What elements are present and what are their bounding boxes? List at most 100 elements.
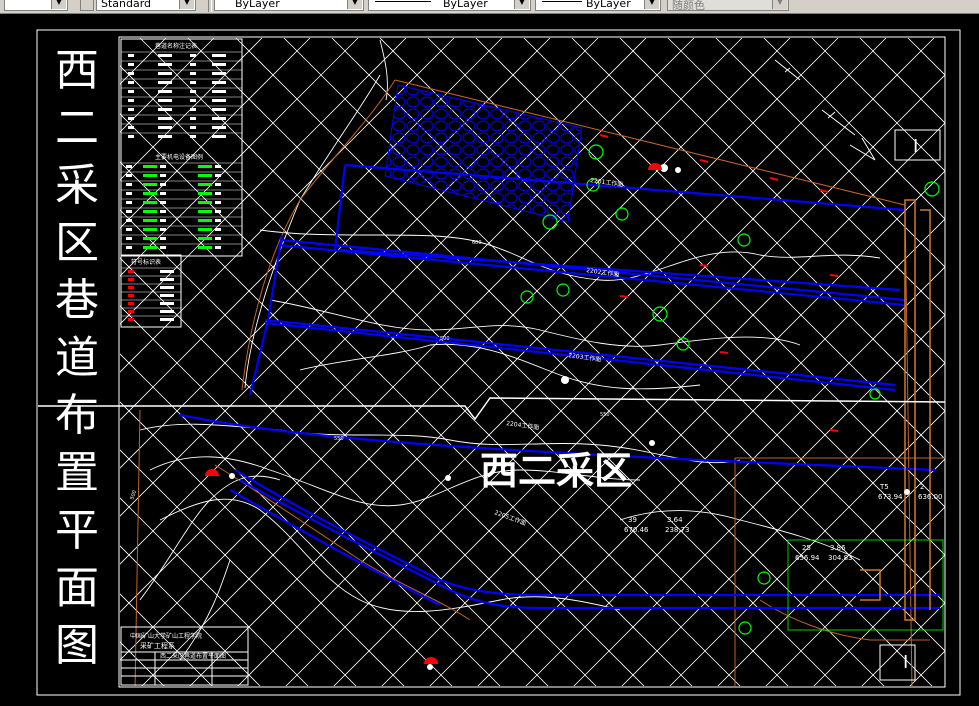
- legend-title: 主要机电设备图例: [155, 153, 203, 161]
- table-cell: [128, 99, 134, 102]
- table-cell: [160, 183, 166, 186]
- vertical-title-char: 西: [55, 45, 99, 96]
- layer-label: ByLayer: [235, 0, 280, 10]
- table-cell: [143, 219, 157, 222]
- table-cell: [198, 201, 212, 204]
- section-mark-top-label: I: [913, 136, 918, 157]
- point-name: 39: [628, 516, 637, 524]
- table-cell: [158, 135, 172, 138]
- plot-style-select[interactable]: 随颜色 ▼: [667, 0, 789, 12]
- cad-drawing: I I 2201工作面 2202工作面 2203工作面 2204工作面 2205…: [36, 29, 979, 696]
- table-cell: [160, 270, 174, 273]
- section-mark-bottom-label: I: [903, 652, 908, 673]
- table-cell: [143, 228, 157, 231]
- title-block-department: 采矿工程系: [140, 641, 175, 650]
- vertical-title-char: 面: [55, 563, 99, 614]
- chevron-down-icon: ▼: [179, 0, 194, 9]
- vertical-title-char: 图: [55, 620, 99, 671]
- table-cell: [128, 270, 134, 273]
- work-face-label: 2205工作面: [493, 508, 527, 527]
- layer-color-select[interactable]: ByLayer ▼: [214, 0, 364, 11]
- drawing-canvas[interactable]: I I 2201工作面 2202工作面 2203工作面 2204工作面 2205…: [0, 14, 979, 702]
- grid-line: [909, 650, 945, 686]
- vertical-title-char: 道: [55, 333, 99, 384]
- table-cell: [212, 135, 226, 138]
- table-cell: [158, 81, 172, 84]
- vertical-title-char: 区: [55, 218, 99, 269]
- table-cell: [128, 135, 134, 138]
- table-cell: [128, 318, 134, 321]
- table-cell: [160, 174, 166, 177]
- chevron-down-icon: ▼: [514, 0, 529, 9]
- table-cell: [160, 201, 166, 204]
- table-cell: [160, 278, 174, 281]
- point-value: 304.83: [828, 554, 853, 562]
- table-cell: [128, 294, 134, 297]
- table-cell: [128, 63, 134, 66]
- linetype-select[interactable]: ByLayer ▼: [368, 0, 531, 11]
- contour-label: 600: [472, 240, 482, 246]
- grid-line: [956, 38, 979, 688]
- table-cell: [160, 246, 166, 249]
- table-cell: [160, 219, 166, 222]
- table-cell: [126, 174, 132, 177]
- text-style-select[interactable]: ▼: [4, 0, 68, 11]
- vertical-title-char: 采: [55, 160, 99, 211]
- point-name: 3.86: [830, 544, 846, 552]
- table-cell: [126, 201, 132, 204]
- table-cell: [215, 174, 221, 177]
- table-cell: [158, 90, 172, 93]
- table-cell: [190, 72, 196, 75]
- table-cell: [160, 286, 174, 289]
- text-style-icon-button[interactable]: [80, 0, 94, 11]
- chevron-down-icon: ▼: [51, 0, 66, 9]
- table-cell: [126, 246, 132, 249]
- table-cell: [128, 54, 134, 57]
- table-cell: [198, 246, 212, 249]
- grid-line: [956, 38, 979, 688]
- properties-toolbar: ▼ Standard ▼ ByLayer ▼ ByLayer ▼ ByLayer ▼ 随…: [0, 0, 979, 14]
- table-cell: [143, 165, 157, 168]
- title-block-school: 中国矿山大学矿山工程学院: [130, 632, 202, 640]
- lineweight-select[interactable]: ByLayer ▼: [535, 0, 661, 11]
- table-cell: [160, 192, 166, 195]
- table-cell: [128, 278, 134, 281]
- table-cell: [215, 192, 221, 195]
- table-cell: [128, 108, 134, 111]
- table-cell: [212, 117, 226, 120]
- grid-line: [120, 38, 359, 277]
- table-cell: [198, 183, 212, 186]
- goaf-hatch-area: [384, 84, 583, 223]
- grid-line: [120, 38, 311, 229]
- table-cell: [215, 210, 221, 213]
- grid-line: [763, 38, 945, 220]
- grid-line: [120, 497, 309, 686]
- table-cell: [190, 63, 196, 66]
- point-name: T5: [879, 483, 889, 491]
- legend-title: 巷道名称注记表: [155, 42, 197, 50]
- table-cell: [160, 318, 174, 321]
- point-name: 3.64: [667, 516, 683, 524]
- table-cell: [198, 210, 212, 213]
- table-cell: [143, 201, 157, 204]
- table-cell: [158, 54, 172, 57]
- table-cell: [128, 72, 134, 75]
- text-style-combo[interactable]: Standard ▼: [96, 0, 196, 11]
- contour-label: 500: [440, 336, 450, 342]
- north-arrow-icon: [774, 59, 876, 161]
- vertical-title-char: 布: [55, 390, 99, 441]
- table-cell: [198, 237, 212, 240]
- table-cell: [160, 210, 166, 213]
- table-cell: [198, 219, 212, 222]
- table-cell: [212, 90, 226, 93]
- table-cell: [160, 165, 166, 168]
- chevron-down-icon: ▼: [347, 0, 362, 9]
- vertical-title-char: 巷: [55, 275, 99, 326]
- grid-line: [120, 593, 213, 686]
- equipment-symbols: [520, 144, 940, 635]
- vertical-title-char: 二: [55, 103, 99, 154]
- table-cell: [190, 135, 196, 138]
- table-cell: [158, 126, 172, 129]
- red-drill-symbols: [205, 163, 662, 664]
- area-label: 西二采区: [480, 449, 632, 493]
